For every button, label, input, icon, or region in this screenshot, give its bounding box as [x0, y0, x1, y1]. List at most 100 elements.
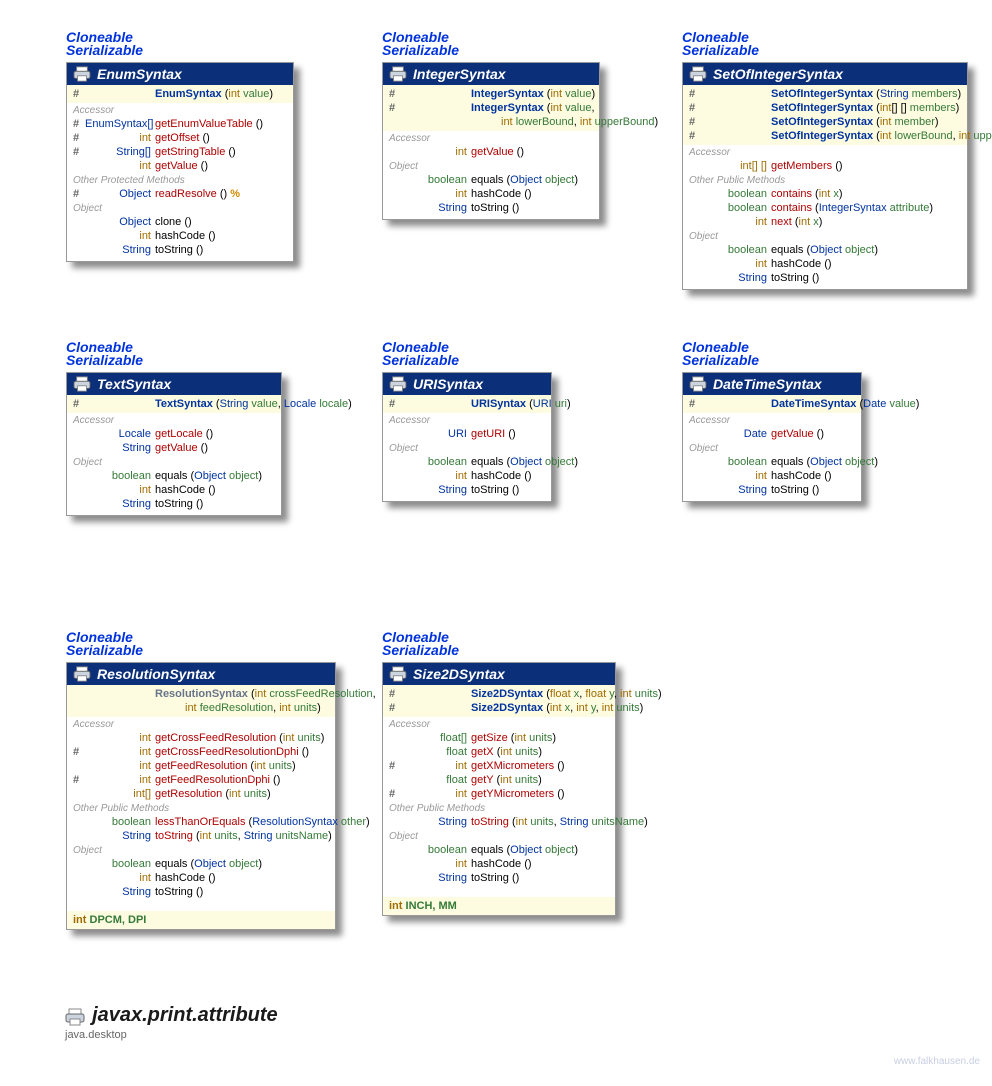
constructor-row: # Size2DSyntax (float x, float y, int un… — [383, 687, 615, 701]
section-label: Accessor — [383, 413, 551, 427]
card-header: Size2DSyntax — [383, 663, 615, 685]
method-row: int hashCode () — [383, 857, 615, 871]
section-label: Object — [67, 455, 281, 469]
class-card-datetimesyntax: DateTimeSyntax # DateTimeSyntax (Date va… — [682, 372, 862, 502]
class-card-resolutionsyntax: ResolutionSyntax ResolutionSyntax (int c… — [66, 662, 336, 930]
section-label: Object — [383, 441, 551, 455]
method-row: float[] getSize (int units) — [383, 731, 615, 745]
printer-icon — [389, 66, 407, 82]
card-header: URISyntax — [383, 373, 551, 395]
section-label: Accessor — [67, 103, 293, 117]
method-row: # int getCrossFeedResolutionDphi () — [67, 745, 335, 759]
class-card-size2dsyntax: Size2DSyntax # Size2DSyntax (float x, fl… — [382, 662, 616, 916]
class-card-integersyntax: IntegerSyntax # IntegerSyntax (int value… — [382, 62, 600, 220]
class-card-textsyntax: TextSyntax # TextSyntax (String value, L… — [66, 372, 282, 516]
card-title: URISyntax — [413, 376, 483, 392]
method-row: boolean equals (Object object) — [383, 455, 551, 469]
section-label: Accessor — [683, 413, 861, 427]
method-row: int[] getResolution (int units) — [67, 787, 335, 801]
module-name: java.desktop — [65, 1029, 127, 1041]
method-row: boolean equals (Object object) — [683, 455, 861, 469]
method-row: boolean equals (Object object) — [383, 843, 615, 857]
method-row: boolean lessThanOrEquals (ResolutionSynt… — [67, 815, 335, 829]
section-label: Accessor — [67, 413, 281, 427]
section-label: Other Public Methods — [683, 173, 967, 187]
section-label: Object — [683, 441, 861, 455]
constructor-row: # EnumSyntax (int value) — [67, 87, 293, 101]
card-title: DateTimeSyntax — [713, 376, 822, 392]
method-row: # EnumSyntax[] getEnumValueTable () — [67, 117, 293, 131]
constructor-row: # TextSyntax (String value, Locale local… — [67, 397, 281, 411]
method-row: boolean contains (IntegerSyntax attribut… — [683, 201, 967, 215]
card-header: TextSyntax — [67, 373, 281, 395]
card-header: IntegerSyntax — [383, 63, 599, 85]
card-header: DateTimeSyntax — [683, 373, 861, 395]
section-label: Accessor — [383, 717, 615, 731]
constructor-row: ResolutionSyntax (int crossFeedResolutio… — [67, 687, 335, 701]
method-row: String toString () — [67, 497, 281, 511]
method-row: # String[] getStringTable () — [67, 145, 293, 159]
method-row: String getValue () — [67, 441, 281, 455]
section-label: Object — [383, 829, 615, 843]
method-row: boolean equals (Object object) — [67, 857, 335, 871]
constants-block: int INCH, MM — [383, 897, 615, 915]
method-row: String toString () — [683, 271, 967, 285]
constructors-block: ResolutionSyntax (int crossFeedResolutio… — [67, 685, 335, 717]
method-row: # int getOffset () — [67, 131, 293, 145]
constructor-row-cont: int lowerBound, int upperBound) — [383, 115, 599, 129]
printer-icon — [389, 376, 407, 392]
section-label: Object — [67, 201, 293, 215]
constructors-block: # TextSyntax (String value, Locale local… — [67, 395, 281, 413]
implements-label: CloneableSerializable — [66, 340, 143, 366]
card-header: SetOfIntegerSyntax — [683, 63, 967, 85]
method-row: Locale getLocale () — [67, 427, 281, 441]
method-row: int hashCode () — [67, 871, 335, 885]
constants-block: int DPCM, DPI — [67, 911, 335, 929]
printer-icon — [389, 666, 407, 682]
method-row: String toString () — [383, 871, 615, 885]
card-title: IntegerSyntax — [413, 66, 506, 82]
section-label: Object — [67, 843, 335, 857]
constructors-block: # Size2DSyntax (float x, float y, int un… — [383, 685, 615, 717]
method-row: int hashCode () — [383, 187, 599, 201]
printer-icon — [689, 66, 707, 82]
package-name: javax.print.attribute — [92, 1004, 278, 1026]
constructor-row: # SetOfIntegerSyntax (int[] [] members) — [683, 101, 967, 115]
constructors-block: # SetOfIntegerSyntax (String members) # … — [683, 85, 967, 145]
section-label: Object — [383, 159, 599, 173]
section-label: Other Public Methods — [383, 801, 615, 815]
printer-icon — [73, 376, 91, 392]
section-label: Accessor — [383, 131, 599, 145]
card-title: Size2DSyntax — [413, 666, 505, 682]
implements-label: CloneableSerializable — [66, 630, 143, 656]
method-row: int next (int x) — [683, 215, 967, 229]
section-label: Object — [683, 229, 967, 243]
method-row: int hashCode () — [683, 257, 967, 271]
implements-label: CloneableSerializable — [682, 30, 759, 56]
section-label: Accessor — [67, 717, 335, 731]
card-title: ResolutionSyntax — [97, 666, 215, 682]
method-row: int[] [] getMembers () — [683, 159, 967, 173]
method-row: # Object readResolve () % — [67, 187, 293, 201]
method-row: String toString () — [67, 885, 335, 899]
printer-icon — [65, 1008, 85, 1029]
section-label: Other Public Methods — [67, 801, 335, 815]
constructors-block: # IntegerSyntax (int value) # IntegerSyn… — [383, 85, 599, 131]
method-row: int getFeedResolution (int units) — [67, 759, 335, 773]
constructors-block: # URISyntax (URI uri) — [383, 395, 551, 413]
implements-label: CloneableSerializable — [382, 630, 459, 656]
watermark-link[interactable]: www.falkhausen.de — [894, 1056, 980, 1067]
section-label: Accessor — [683, 145, 967, 159]
package-label: javax.print.attribute java.desktop — [59, 1000, 284, 1045]
constructor-row: # DateTimeSyntax (Date value) — [683, 397, 861, 411]
constructor-row: # SetOfIntegerSyntax (int member) — [683, 115, 967, 129]
implements-label: CloneableSerializable — [382, 30, 459, 56]
constructor-row: # Size2DSyntax (int x, int y, int units) — [383, 701, 615, 715]
method-row: String toString () — [383, 483, 551, 497]
method-row: boolean equals (Object object) — [383, 173, 599, 187]
card-header: ResolutionSyntax — [67, 663, 335, 685]
method-row: String toString () — [383, 201, 599, 215]
method-row: boolean contains (int x) — [683, 187, 967, 201]
printer-icon — [73, 66, 91, 82]
method-row: # int getXMicrometers () — [383, 759, 615, 773]
